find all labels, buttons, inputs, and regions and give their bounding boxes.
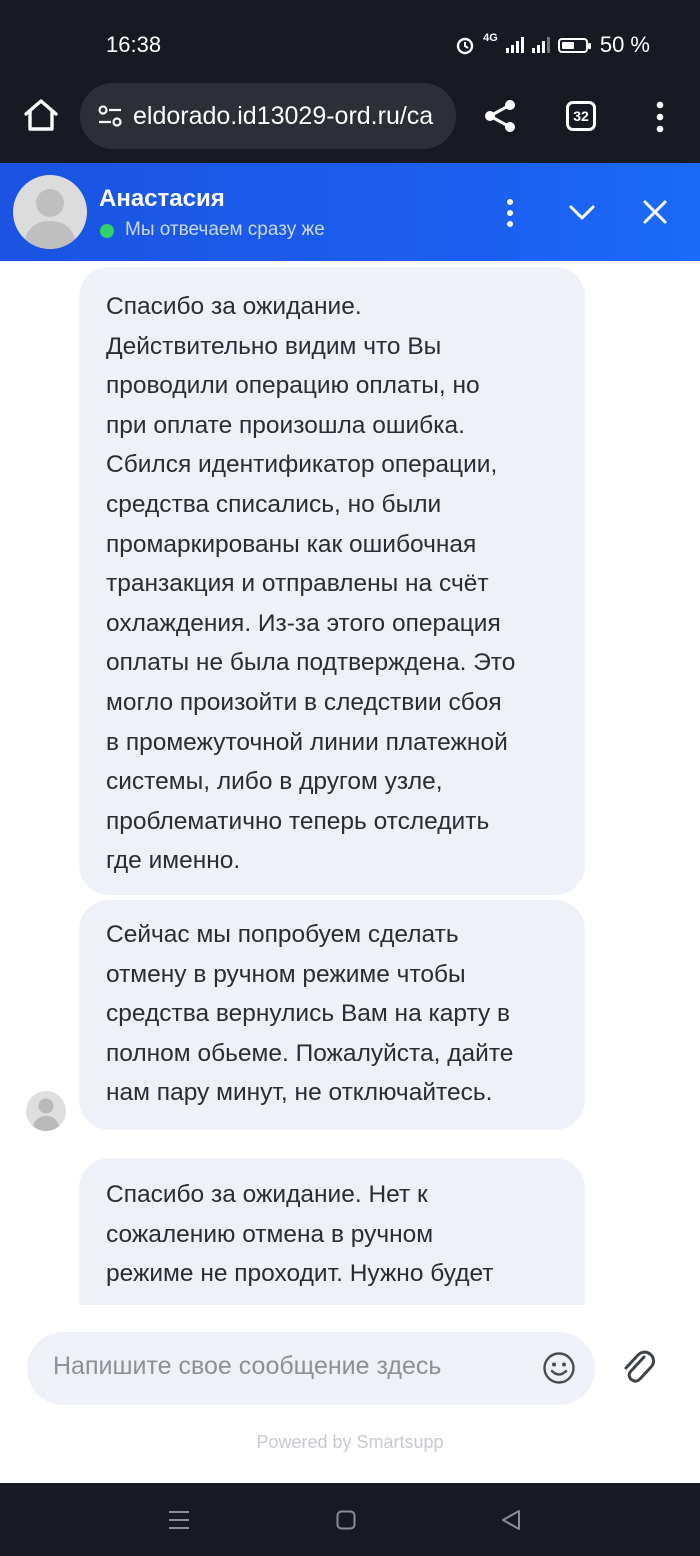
home-icon[interactable] <box>22 96 60 134</box>
battery-percent: 50 % <box>599 32 650 57</box>
agent-avatar-small <box>26 1091 66 1131</box>
system-nav-bar <box>0 1483 700 1556</box>
close-icon[interactable] <box>641 198 669 226</box>
tab-switcher-button[interactable]: 32 <box>566 101 596 131</box>
message-bubble: Спасибо за ожидание. Нет к сожалению отм… <box>79 1158 585 1305</box>
message-input[interactable] <box>53 1352 513 1381</box>
status-icons: 4G 50 % <box>455 32 650 58</box>
message-text: Спасибо за ожидание. Нет к сожалению отм… <box>106 1181 494 1288</box>
signal-2-icon <box>531 37 550 53</box>
agent-name: Анастасия <box>99 185 225 212</box>
network-type: 4G <box>483 32 498 44</box>
paperclip-icon[interactable] <box>620 1347 656 1387</box>
address-bar[interactable]: eldorado.id13029-ord.ru/ca <box>80 83 456 149</box>
powered-by[interactable]: Powered by Smartsupp <box>0 1432 700 1453</box>
share-icon[interactable] <box>482 98 518 134</box>
message-bubble: Спасибо за ожидание. Действительно видим… <box>79 267 585 895</box>
chevron-down-icon[interactable] <box>567 200 597 224</box>
status-time: 16:38 <box>106 32 162 57</box>
online-indicator <box>100 224 114 238</box>
chat-header: Анастасия Мы отвечаем сразу же <box>0 163 700 261</box>
alarm-icon <box>456 37 474 55</box>
message-composer <box>27 1332 595 1405</box>
recent-apps-icon[interactable] <box>168 1510 190 1530</box>
message-text: Спасибо за ожидание. Действительно видим… <box>106 293 516 875</box>
message-text: Сейчас мы попробуем сделать отмену в руч… <box>106 921 514 1107</box>
signal-icon <box>505 37 524 53</box>
smiley-icon[interactable] <box>542 1351 576 1385</box>
home-nav-icon[interactable] <box>336 1510 356 1530</box>
person-icon <box>32 1098 60 1131</box>
tab-count: 32 <box>573 108 589 124</box>
kebab-icon[interactable] <box>650 100 670 134</box>
battery-icon <box>557 37 591 53</box>
agent-status: Мы отвечаем сразу же <box>125 219 325 240</box>
message-bubble: Сейчас мы попробуем сделать отмену в руч… <box>79 900 585 1130</box>
url-text: eldorado.id13029-ord.ru/ca <box>133 102 434 130</box>
chat-menu-icon[interactable] <box>500 197 520 229</box>
message-list[interactable]: Спасибо за ожидание. Действительно видим… <box>0 261 700 1305</box>
agent-avatar <box>13 175 87 249</box>
tune-icon[interactable] <box>97 105 123 127</box>
back-icon[interactable] <box>500 1509 522 1531</box>
person-icon <box>23 189 77 249</box>
browser-chrome: 16:38 4G 50 % eldorado.id13029-ord.ru/ca… <box>0 0 700 163</box>
